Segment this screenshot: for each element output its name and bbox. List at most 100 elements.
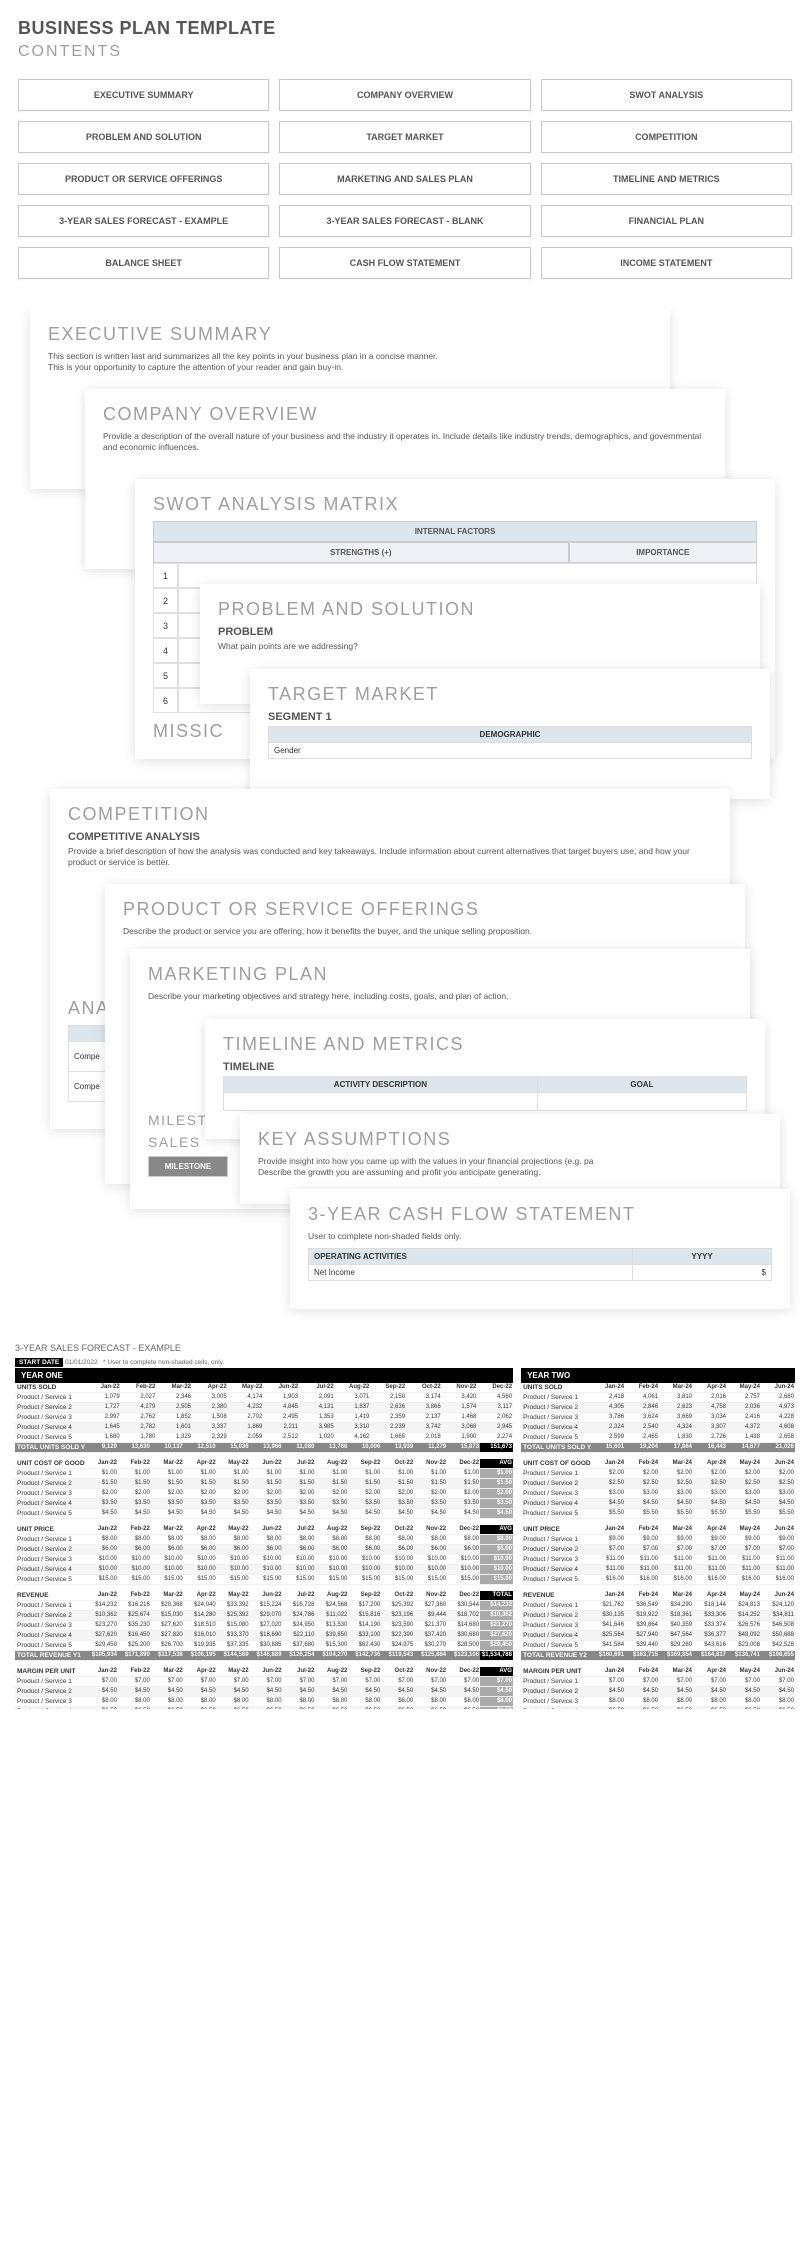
page-title: BUSINESS PLAN TEMPLATE xyxy=(18,18,792,39)
swot-strengths: STRENGTHS (+) xyxy=(153,542,569,563)
demographic-table: DEMOGRAPHIC Gender xyxy=(268,726,752,759)
data-row: Product / Service 5$15.00$15.00$15.00$15… xyxy=(15,1575,513,1585)
card-title: PRODUCT OR SERVICE OFFERINGS xyxy=(123,899,727,920)
data-row: Product / Service 24,3052,8462,6234,7582… xyxy=(521,1403,795,1413)
data-row: Product / Service 1$7.00$7.00$7.00$7.00$… xyxy=(521,1677,795,1687)
data-row: Product / Service 1$9.00$9.00$9.00$9.00$… xyxy=(521,1535,795,1545)
card-title: PROBLEM AND SOLUTION xyxy=(218,599,742,620)
yyyy-header: YYYY xyxy=(633,1249,772,1265)
card-desc: Describe the product or service you are … xyxy=(123,926,727,937)
swot-row-num: 2 xyxy=(153,588,178,613)
data-row: Product / Service 21,7274,2792,5052,3804… xyxy=(15,1403,513,1413)
data-row: Product / Service 2$4.50$4.50$4.50$4.50$… xyxy=(521,1687,795,1697)
data-row: Product / Service 5$41,584$39,440$29,280… xyxy=(521,1641,795,1651)
swot-row-num: 6 xyxy=(153,688,178,713)
data-row: Product / Service 5$29,450$25,200$26,700… xyxy=(15,1641,513,1651)
timeline-cell[interactable] xyxy=(537,1093,746,1111)
nav-button[interactable]: EXECUTIVE SUMMARY xyxy=(18,79,269,111)
timeline-table: ACTIVITY DESCRIPTION GOAL xyxy=(223,1076,747,1111)
card-title: TIMELINE AND METRICS xyxy=(223,1034,747,1055)
card-title: COMPANY OVERVIEW xyxy=(103,404,707,425)
card-sub: SEGMENT 1 xyxy=(268,711,752,723)
nav-button[interactable]: COMPANY OVERVIEW xyxy=(279,79,530,111)
year-one-column: YEAR ONEUNITS SOLDJan-22Feb-22Mar-22Apr-… xyxy=(15,1368,513,1709)
nav-button[interactable]: CASH FLOW STATEMENT xyxy=(279,247,530,279)
card-sub: TIMELINE xyxy=(223,1061,747,1073)
data-row: Product / Service 2$10,362$25,674$15,030… xyxy=(15,1611,513,1621)
swot-row-num: 3 xyxy=(153,613,178,638)
card-target: TARGET MARKET SEGMENT 1 DEMOGRAPHIC Gend… xyxy=(250,669,770,799)
data-row: Product / Service 51,6801,7801,3292,3292… xyxy=(15,1433,513,1443)
nav-button[interactable]: SWOT ANALYSIS xyxy=(541,79,792,111)
card-desc: What pain points are we addressing? xyxy=(218,641,742,652)
cashflow-table: OPERATING ACTIVITIES YYYY Net Income $ xyxy=(308,1248,772,1281)
card-title: KEY ASSUMPTIONS xyxy=(258,1129,762,1150)
nav-button[interactable]: FINANCIAL PLAN xyxy=(541,205,792,237)
data-row: Product / Service 5$16.00$16.00$16.00$16… xyxy=(521,1575,795,1585)
data-row: Product / Service 1$2.00$2.00$2.00$2.00$… xyxy=(521,1469,795,1479)
netincome-value[interactable]: $ xyxy=(633,1265,772,1281)
nav-button[interactable]: PROBLEM AND SOLUTION xyxy=(18,121,269,153)
data-row: Product / Service 4$6.50$6.50$6.50$6.50$… xyxy=(521,1707,795,1709)
nav-button[interactable]: MARKETING AND SALES PLAN xyxy=(279,163,530,195)
nav-button[interactable]: INCOME STATEMENT xyxy=(541,247,792,279)
data-row: Product / Service 12,4184,0613,8102,0162… xyxy=(521,1393,795,1403)
card-desc: Provide a brief description of how the a… xyxy=(68,846,712,868)
data-row: Product / Service 4$3.50$3.50$3.50$3.50$… xyxy=(15,1499,513,1509)
card-desc: This section is written last and summari… xyxy=(48,351,652,373)
data-row: Product / Service 4$10.00$10.00$10.00$10… xyxy=(15,1565,513,1575)
card-desc: Provide insight into how you came up wit… xyxy=(258,1156,762,1178)
nav-button[interactable]: TIMELINE AND METRICS xyxy=(541,163,792,195)
data-row: Product / Service 11,0792,0272,3463,0054… xyxy=(15,1393,513,1403)
data-row: Product / Service 2$30,135$19,922$18,361… xyxy=(521,1611,795,1621)
data-row: Product / Service 4$6.50$6.50$6.50$6.50$… xyxy=(15,1707,513,1709)
spreadsheet-note: * User to complete non-shaded cells, onl… xyxy=(103,1359,224,1366)
swot-row-num: 5 xyxy=(153,663,178,688)
data-row: Product / Service 2$1.50$1.50$1.50$1.50$… xyxy=(15,1479,513,1489)
card-title: COMPETITION xyxy=(68,804,712,825)
data-row: Product / Service 1$21,762$36,549$34,290… xyxy=(521,1601,795,1611)
data-row: Product / Service 3$23,270$35,230$27,620… xyxy=(15,1621,513,1631)
nav-button[interactable]: 3-YEAR SALES FORECAST - EXAMPLE xyxy=(18,205,269,237)
data-row: Product / Service 2$4.50$4.50$4.50$4.50$… xyxy=(15,1687,513,1697)
data-row: Product / Service 3$10.00$10.00$10.00$10… xyxy=(15,1555,513,1565)
data-row: Product / Service 42,3242,5404,3243,3074… xyxy=(521,1423,795,1433)
spreadsheet-title: 3-YEAR SALES FORECAST - EXAMPLE xyxy=(5,1339,805,1357)
total-row: TOTAL UNITS SOLD Y19,12913,63010,13712,5… xyxy=(15,1443,513,1453)
total-row: TOTAL UNITS SOLD Y215,60119,20417,86416,… xyxy=(521,1443,795,1453)
data-row: Product / Service 5$4.50$4.50$4.50$4.50$… xyxy=(15,1509,513,1519)
data-row: Product / Service 4$25,564$27,940$47,564… xyxy=(521,1631,795,1641)
card-title: TARGET MARKET xyxy=(268,684,752,705)
card-sub: COMPETITIVE ANALYSIS xyxy=(68,831,712,843)
data-row: Product / Service 4$4.50$4.50$4.50$4.50$… xyxy=(521,1499,795,1509)
data-row: Product / Service 3$3.00$3.00$3.00$3.00$… xyxy=(521,1489,795,1499)
total-row: TOTAL REVENUE Y2$160,691$163,715$169,854… xyxy=(521,1651,795,1661)
data-row: Product / Service 1$14,232$16,216$20,368… xyxy=(15,1601,513,1611)
nav-button[interactable]: 3-YEAR SALES FORECAST - BLANK xyxy=(279,205,530,237)
data-row: Product / Service 1$8.00$8.00$8.00$8.00$… xyxy=(15,1535,513,1545)
timeline-cell[interactable] xyxy=(224,1093,538,1111)
start-date-label: START DATE xyxy=(15,1358,63,1367)
demographic-cell[interactable]: Gender xyxy=(269,743,752,759)
year-two-column: YEAR TWOUNITS SOLDJan-24Feb-24Mar-24Apr-… xyxy=(521,1368,795,1709)
milestone-header: MILESTONE xyxy=(148,1156,228,1177)
data-row: Product / Service 33,7863,6243,6693,0342… xyxy=(521,1413,795,1423)
card-desc: User to complete non-shaded fields only. xyxy=(308,1231,772,1242)
total-row: TOTAL REVENUE Y1$105,934$171,890$117,538… xyxy=(15,1651,513,1661)
data-row: Product / Service 3$11.00$11.00$11.00$11… xyxy=(521,1555,795,1565)
nav-button[interactable]: TARGET MARKET xyxy=(279,121,530,153)
contents-grid: EXECUTIVE SUMMARY COMPANY OVERVIEW SWOT AN… xyxy=(0,69,810,309)
goal-header: GOAL xyxy=(537,1077,746,1093)
card-title: SWOT ANALYSIS MATRIX xyxy=(153,494,757,515)
nav-button[interactable]: BALANCE SHEET xyxy=(18,247,269,279)
card-title: MARKETING PLAN xyxy=(148,964,732,985)
swot-internal: INTERNAL FACTORS xyxy=(153,521,757,542)
nav-button[interactable]: COMPETITION xyxy=(541,121,792,153)
nav-button[interactable]: PRODUCT OR SERVICE OFFERINGS xyxy=(18,163,269,195)
data-row: Product / Service 3$2.00$2.00$2.00$2.00$… xyxy=(15,1489,513,1499)
swot-row-num: 4 xyxy=(153,638,178,663)
data-row: Product / Service 1$1.00$1.00$1.00$1.00$… xyxy=(15,1469,513,1479)
data-row: Product / Service 2$2.50$2.50$2.50$2.50$… xyxy=(521,1479,795,1489)
start-date: 01/01/2022 xyxy=(65,1359,98,1366)
data-row: Product / Service 3$8.00$8.00$8.00$8.00$… xyxy=(15,1697,513,1707)
